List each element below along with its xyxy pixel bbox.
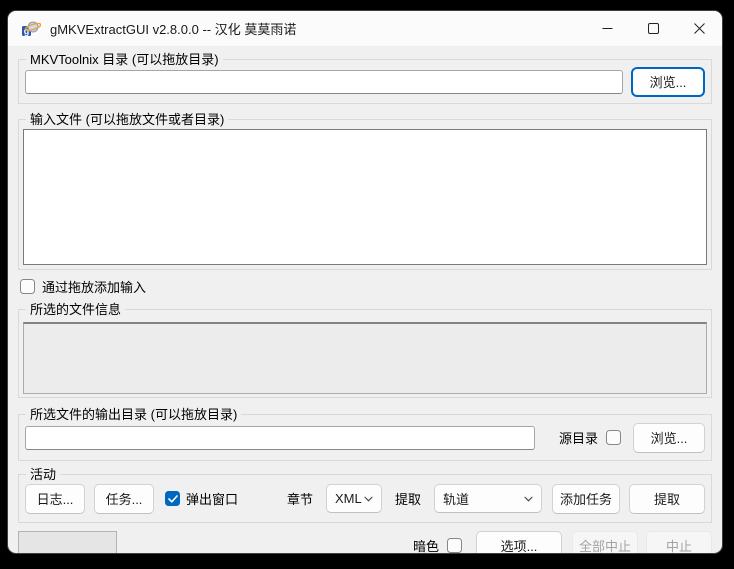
check-icon	[168, 495, 178, 503]
popup-window-checkbox[interactable]	[165, 491, 180, 506]
dark-mode-label: 暗色	[413, 536, 439, 553]
client-area: MKVToolnix 目录 (可以拖放目录) 浏览... 输入文件 (可以拖放文…	[8, 46, 722, 553]
progress-bar	[18, 531, 117, 553]
extract-mode-label: 提取	[395, 489, 421, 508]
extract-mode-select[interactable]: 轨道	[434, 484, 542, 513]
window-title: gMKVExtractGUI v2.8.0.0 -- 汉化 莫莫雨诺	[50, 19, 296, 38]
activity-group-label: 活动	[26, 466, 60, 483]
close-icon	[694, 23, 705, 34]
popup-window-label: 弹出窗口	[186, 489, 238, 508]
file-info-group: 所选的文件信息	[18, 309, 712, 398]
chapters-format-value: XML	[335, 491, 362, 506]
chapters-label: 章节	[287, 489, 313, 508]
input-files-list[interactable]	[23, 129, 707, 265]
dark-mode-checkbox[interactable]	[447, 538, 462, 553]
chapters-format-select[interactable]: XML	[326, 484, 382, 513]
abort-button[interactable]: 中止	[646, 531, 712, 554]
mkvtoolnix-browse-button[interactable]: 浏览...	[631, 67, 705, 97]
minimize-button[interactable]	[584, 11, 630, 46]
window-controls	[584, 11, 722, 46]
status-bar: 暗色 选项... 全部中止 中止	[18, 528, 712, 553]
add-job-button[interactable]: 添加任务	[552, 484, 620, 514]
title-bar[interactable]: g gMKVExtractGUI v2.8.0.0 -- 汉化 莫莫雨诺	[8, 11, 722, 46]
options-button[interactable]: 选项...	[476, 531, 562, 554]
mkvtoolnix-dir-group: MKVToolnix 目录 (可以拖放目录) 浏览...	[18, 59, 712, 104]
output-browse-button[interactable]: 浏览...	[633, 423, 705, 453]
activity-group: 活动 日志... 任务... 弹出窗口 章节 XML 提取 轨道 添加任务	[18, 474, 712, 523]
maximize-icon	[648, 23, 659, 34]
close-button[interactable]	[676, 11, 722, 46]
maximize-button[interactable]	[630, 11, 676, 46]
add-by-drag-checkbox[interactable]	[20, 279, 35, 294]
add-by-drag-label: 通过拖放添加输入	[42, 277, 146, 296]
source-dir-checkbox[interactable]	[606, 430, 621, 445]
output-dir-input[interactable]	[25, 426, 535, 450]
extract-button[interactable]: 提取	[629, 484, 705, 514]
file-info-text	[23, 322, 707, 394]
extract-mode-value: 轨道	[443, 489, 469, 508]
file-info-group-label: 所选的文件信息	[26, 301, 125, 318]
resize-grip[interactable]	[702, 551, 716, 553]
app-icon: g	[21, 20, 41, 37]
chevron-down-icon	[524, 496, 533, 502]
minimize-icon	[602, 23, 613, 34]
log-button[interactable]: 日志...	[25, 484, 85, 514]
input-files-group: 输入文件 (可以拖放文件或者目录)	[18, 119, 712, 270]
jobs-button[interactable]: 任务...	[94, 484, 154, 514]
app-window: g gMKVExtractGUI v2.8.0.0 -- 汉化 莫莫雨诺 MKV…	[8, 11, 722, 553]
output-dir-group: 所选文件的输出目录 (可以拖放目录) 源目录 浏览...	[18, 414, 712, 461]
source-dir-label: 源目录	[559, 428, 598, 447]
mkvtoolnix-dir-input[interactable]	[25, 70, 623, 94]
input-files-group-label: 输入文件 (可以拖放文件或者目录)	[26, 111, 228, 128]
abort-all-button[interactable]: 全部中止	[572, 531, 638, 554]
chevron-down-icon	[364, 496, 373, 502]
mkvtoolnix-dir-group-label: MKVToolnix 目录 (可以拖放目录)	[26, 51, 223, 68]
output-dir-group-label: 所选文件的输出目录 (可以拖放目录)	[26, 406, 241, 423]
